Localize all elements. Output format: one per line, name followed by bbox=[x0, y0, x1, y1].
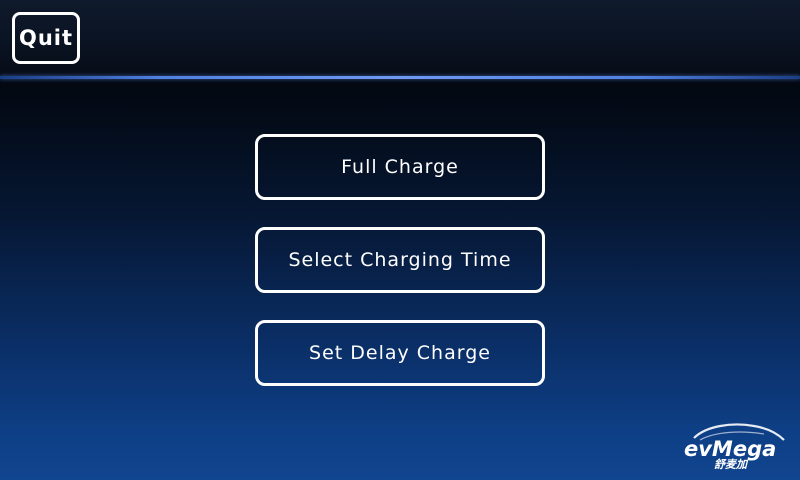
evmega-logo: evMega 舒麦加 bbox=[680, 418, 792, 470]
set-delay-charge-button[interactable]: Set Delay Charge bbox=[255, 320, 545, 386]
header-divider bbox=[0, 76, 800, 79]
full-charge-button[interactable]: Full Charge bbox=[255, 134, 545, 200]
quit-button[interactable]: Quit bbox=[12, 12, 80, 64]
select-charging-time-button[interactable]: Select Charging Time bbox=[255, 227, 545, 293]
top-bar bbox=[0, 0, 800, 78]
logo-subtext: 舒麦加 bbox=[714, 458, 749, 470]
